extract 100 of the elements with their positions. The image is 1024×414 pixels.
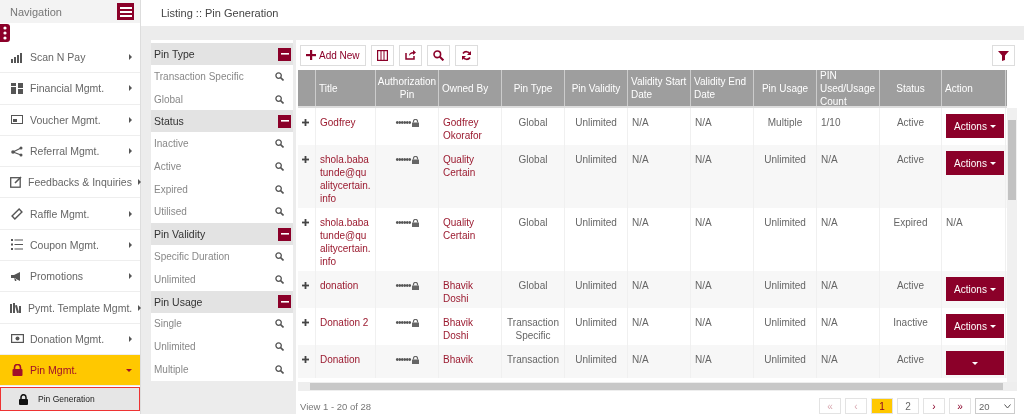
page-size-select[interactable]: 20 xyxy=(975,398,1015,414)
sidebar-item[interactable]: Pin Mgmt. xyxy=(0,354,140,387)
owner-link[interactable]: Bhavik xyxy=(443,353,497,366)
collapse-button[interactable] xyxy=(278,47,291,61)
sidebar-subitem[interactable]: Pin Generation xyxy=(1,388,139,411)
add-new-button[interactable]: Add New xyxy=(300,44,366,66)
lock-icon xyxy=(411,118,419,127)
actions-button[interactable]: Actions xyxy=(946,151,1004,175)
owner-link[interactable]: Bhavik Doshi xyxy=(443,316,497,342)
table-cell-text: Unlimited xyxy=(763,316,807,329)
filter-option[interactable]: Multiple xyxy=(154,363,189,375)
lock-icon xyxy=(411,318,419,327)
expand-row-icon[interactable] xyxy=(302,156,309,163)
search-icon[interactable] xyxy=(275,94,284,104)
sidebar-item[interactable]: Promotions xyxy=(0,261,140,293)
collapse-button[interactable] xyxy=(278,295,291,308)
filter-option[interactable]: Utilised xyxy=(154,206,187,218)
collapse-button[interactable] xyxy=(278,227,291,241)
menu-button[interactable] xyxy=(117,3,134,20)
collapse-button[interactable] xyxy=(278,114,291,128)
page-button[interactable]: 2 xyxy=(897,398,919,414)
filter-option[interactable]: Transaction Specific xyxy=(154,70,244,82)
expand-row-icon[interactable] xyxy=(302,219,309,226)
search-icon[interactable] xyxy=(275,364,284,374)
sidebar-item[interactable]: Donation Mgmt. xyxy=(0,323,140,355)
expand-row-icon[interactable] xyxy=(302,356,309,363)
filter-option[interactable]: Unlimited xyxy=(154,273,196,285)
sidebar-item[interactable]: Financial Mgmt. xyxy=(0,73,140,105)
table-cell-text: N/A xyxy=(632,116,650,129)
navigation-title: Navigation xyxy=(10,5,62,18)
export-button[interactable] xyxy=(398,44,422,66)
expand-row-icon[interactable] xyxy=(302,319,309,326)
table-cell-text: Unlimited xyxy=(763,353,807,366)
page-button[interactable]: 1 xyxy=(871,398,893,414)
title-link[interactable]: shola.babatunde@qualitycertain.info xyxy=(320,153,371,205)
table-cell-text: Unlimited xyxy=(763,216,807,229)
owner-link[interactable]: Bhavik Doshi xyxy=(443,279,497,305)
filter-button[interactable] xyxy=(992,44,1015,66)
search-icon[interactable] xyxy=(275,161,284,171)
title-link[interactable]: Godfrey xyxy=(320,116,371,129)
sidebar-item[interactable]: Referral Mgmt. xyxy=(0,135,140,168)
actions-button[interactable]: Actions xyxy=(946,277,1004,301)
filter-option[interactable]: Global xyxy=(154,93,183,105)
grid-icon xyxy=(11,82,23,94)
filter-option[interactable]: Specific Duration xyxy=(154,250,230,262)
search-icon[interactable] xyxy=(275,319,284,329)
caret-icon xyxy=(129,148,132,155)
title-link[interactable]: shola.babatunde@qualitycertain.info xyxy=(320,216,371,268)
refresh-button[interactable] xyxy=(454,44,478,66)
owner-link[interactable]: Quality Certain xyxy=(443,216,497,242)
bar-chart-icon xyxy=(11,51,23,63)
more-options-button[interactable] xyxy=(0,24,10,42)
vertical-scrollbar[interactable] xyxy=(1007,108,1017,382)
columns-button[interactable] xyxy=(370,44,394,66)
table-cell-text: Unlimited xyxy=(763,153,807,166)
expand-row-icon[interactable] xyxy=(302,282,309,289)
sidebar-item[interactable]: Raffle Mgmt. xyxy=(0,198,140,230)
last-page-button[interactable]: » xyxy=(949,398,971,414)
sidebar-item[interactable]: Feedbacks & Inquiries xyxy=(0,167,140,199)
title-link[interactable]: donation xyxy=(320,279,371,292)
table-cell-text: Global xyxy=(517,153,549,166)
refresh-icon xyxy=(460,49,472,61)
lock-icon xyxy=(411,155,419,164)
search-icon[interactable] xyxy=(275,207,284,217)
filter-option[interactable]: Active xyxy=(154,160,182,172)
owner-link[interactable]: Godfrey Okorafor xyxy=(443,116,497,142)
table-cell-text: N/A xyxy=(632,279,650,292)
search-icon[interactable] xyxy=(275,139,284,149)
actions-button[interactable]: Actions xyxy=(946,314,1004,338)
search-button[interactable] xyxy=(426,44,450,66)
filter-option[interactable]: Expired xyxy=(154,183,188,195)
table-cell-text: Global xyxy=(517,116,549,129)
sidebar-item[interactable]: Pymt. Template Mgmt. xyxy=(0,292,140,324)
next-page-button[interactable]: › xyxy=(923,398,945,414)
actions-button[interactable]: Actions xyxy=(946,114,1004,138)
sidebar-item[interactable]: Scan N Pay xyxy=(0,42,140,74)
sidebar-item[interactable]: Voucher Mgmt. xyxy=(0,104,140,136)
horizontal-scrollbar[interactable] xyxy=(298,382,1017,391)
title-link[interactable]: Donation 2 xyxy=(320,316,371,329)
edit-icon xyxy=(10,176,22,189)
filter-option[interactable]: Single xyxy=(154,318,182,330)
lock-icon xyxy=(411,281,419,290)
masked-pin: •••••• xyxy=(395,153,411,166)
title-link[interactable]: Donation xyxy=(320,353,371,366)
search-icon[interactable] xyxy=(275,71,284,81)
filter-option[interactable]: Inactive xyxy=(154,138,189,150)
minus-icon xyxy=(280,50,289,58)
search-icon[interactable] xyxy=(275,342,284,352)
search-icon[interactable] xyxy=(275,184,284,194)
search-icon[interactable] xyxy=(275,274,284,284)
menu-icon xyxy=(119,6,132,17)
expand-row-icon[interactable] xyxy=(302,119,309,126)
owner-link[interactable]: Quality Certain xyxy=(443,153,497,179)
card-icon xyxy=(11,115,23,125)
sidebar-item[interactable]: Coupon Mgmt. xyxy=(0,229,140,262)
filter-option[interactable]: Unlimited xyxy=(154,341,196,353)
search-icon[interactable] xyxy=(275,251,284,261)
table-cell-text: Active xyxy=(895,116,926,129)
caret-icon xyxy=(129,85,132,92)
page-title: Listing :: Pin Generation xyxy=(161,7,279,19)
